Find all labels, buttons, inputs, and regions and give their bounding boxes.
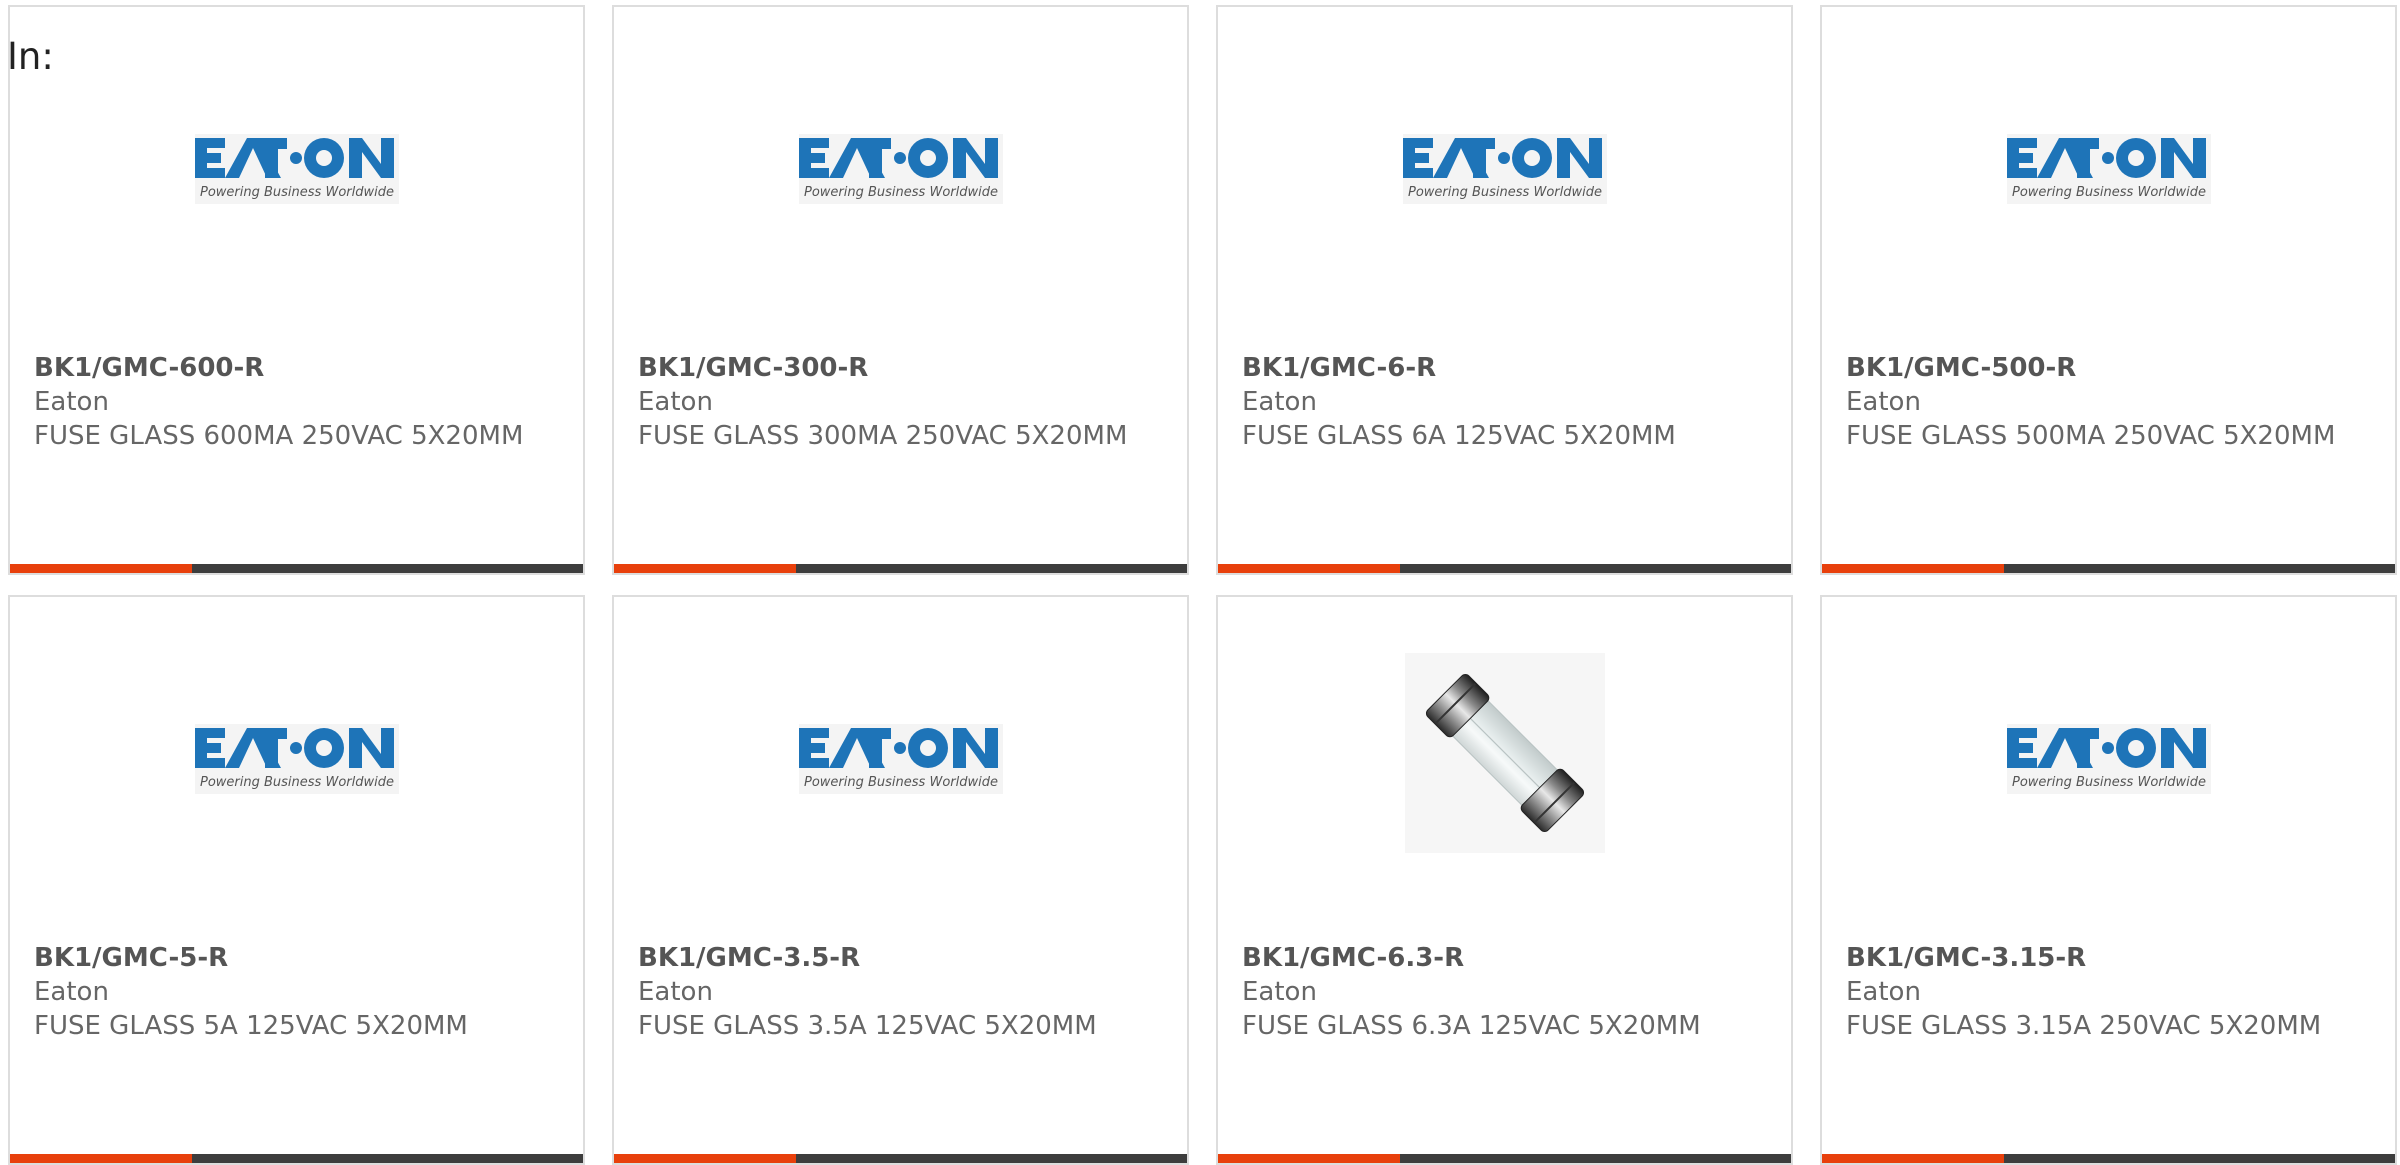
product-image: Powering Business Worldwide	[614, 659, 1187, 859]
product-card[interactable]: BK1/GMC-6.3-R Eaton FUSE GLASS 6.3A 125V…	[1216, 595, 1793, 1165]
eaton-logo: Powering Business Worldwide	[194, 724, 399, 794]
svg-text:Powering Business Worldwide: Powering Business Worldwide	[200, 775, 394, 790]
product-description: FUSE GLASS 5A 125VAC 5X20MM	[34, 1011, 468, 1041]
product-image: Powering Business Worldwide	[614, 69, 1187, 269]
svg-text:Powering Business Worldwide: Powering Business Worldwide	[2012, 185, 2206, 200]
card-bar-accent	[10, 1154, 192, 1163]
card-bar	[614, 1154, 1187, 1163]
product-description: FUSE GLASS 300MA 250VAC 5X20MM	[638, 421, 1128, 451]
svg-text:Powering Business Worldwide: Powering Business Worldwide	[804, 775, 998, 790]
svg-text:Powering Business Worldwide: Powering Business Worldwide	[804, 185, 998, 200]
card-bar-accent	[1218, 1154, 1400, 1163]
manufacturer: Eaton	[1242, 387, 1317, 417]
part-number[interactable]: BK1/GMC-6.3-R	[1242, 941, 1767, 975]
filter-label: In:	[7, 35, 54, 78]
card-bar-accent	[1218, 564, 1400, 573]
manufacturer: Eaton	[34, 977, 109, 1007]
part-number[interactable]: BK1/GMC-600-R	[34, 351, 559, 385]
part-number[interactable]: BK1/GMC-6-R	[1242, 351, 1767, 385]
card-bar-accent	[10, 564, 192, 573]
card-bar	[10, 1154, 583, 1163]
part-number[interactable]: BK1/GMC-300-R	[638, 351, 1163, 385]
product-card[interactable]: Powering Business Worldwide BK1/GMC-3.5-…	[612, 595, 1189, 1165]
manufacturer: Eaton	[638, 387, 713, 417]
card-bar	[1218, 564, 1791, 573]
card-bar-accent	[1822, 1154, 2004, 1163]
product-card[interactable]: Powering Business Worldwide BK1/GMC-500-…	[1820, 5, 2397, 575]
glass-fuse-image	[1404, 653, 1605, 853]
product-card[interactable]: Powering Business Worldwide BK1/GMC-600-…	[8, 5, 585, 575]
svg-text:Powering Business Worldwide: Powering Business Worldwide	[1408, 185, 1602, 200]
product-description: FUSE GLASS 6.3A 125VAC 5X20MM	[1242, 1011, 1701, 1041]
eaton-logo: Powering Business Worldwide	[194, 134, 399, 204]
product-description: FUSE GLASS 3.5A 125VAC 5X20MM	[638, 1011, 1097, 1041]
eaton-logo: Powering Business Worldwide	[798, 134, 1003, 204]
manufacturer: Eaton	[1846, 977, 1921, 1007]
product-card[interactable]: Powering Business Worldwide BK1/GMC-3.15…	[1820, 595, 2397, 1165]
product-card[interactable]: Powering Business Worldwide BK1/GMC-300-…	[612, 5, 1189, 575]
card-bar	[1822, 564, 2395, 573]
card-bar-accent	[614, 1154, 796, 1163]
card-bar-accent	[1822, 564, 2004, 573]
manufacturer: Eaton	[1242, 977, 1317, 1007]
svg-text:Powering Business Worldwide: Powering Business Worldwide	[2012, 775, 2206, 790]
product-image: Powering Business Worldwide	[10, 69, 583, 269]
product-image: Powering Business Worldwide	[10, 659, 583, 859]
product-image: Powering Business Worldwide	[1822, 659, 2395, 859]
eaton-logo: Powering Business Worldwide	[1402, 134, 1607, 204]
card-bar-accent	[614, 564, 796, 573]
product-description: FUSE GLASS 3.15A 250VAC 5X20MM	[1846, 1011, 2322, 1041]
product-description: FUSE GLASS 6A 125VAC 5X20MM	[1242, 421, 1676, 451]
card-bar	[1218, 1154, 1791, 1163]
eaton-logo: Powering Business Worldwide	[2006, 724, 2211, 794]
part-number[interactable]: BK1/GMC-5-R	[34, 941, 559, 975]
product-description: FUSE GLASS 600MA 250VAC 5X20MM	[34, 421, 524, 451]
product-image: Powering Business Worldwide	[1218, 69, 1791, 269]
product-image	[1218, 653, 1791, 859]
product-card[interactable]: Powering Business Worldwide BK1/GMC-5-R …	[8, 595, 585, 1165]
card-bar	[1822, 1154, 2395, 1163]
svg-text:Powering Business Worldwide: Powering Business Worldwide	[200, 185, 394, 200]
product-image: Powering Business Worldwide	[1822, 69, 2395, 269]
card-bar	[10, 564, 583, 573]
eaton-logo: Powering Business Worldwide	[798, 724, 1003, 794]
manufacturer: Eaton	[34, 387, 109, 417]
part-number[interactable]: BK1/GMC-3.5-R	[638, 941, 1163, 975]
part-number[interactable]: BK1/GMC-3.15-R	[1846, 941, 2371, 975]
product-grid: Powering Business Worldwide BK1/GMC-600-…	[8, 5, 2397, 1165]
product-description: FUSE GLASS 500MA 250VAC 5X20MM	[1846, 421, 2336, 451]
manufacturer: Eaton	[1846, 387, 1921, 417]
manufacturer: Eaton	[638, 977, 713, 1007]
eaton-logo: Powering Business Worldwide	[2006, 134, 2211, 204]
product-card[interactable]: Powering Business Worldwide BK1/GMC-6-R …	[1216, 5, 1793, 575]
card-bar	[614, 564, 1187, 573]
part-number[interactable]: BK1/GMC-500-R	[1846, 351, 2371, 385]
